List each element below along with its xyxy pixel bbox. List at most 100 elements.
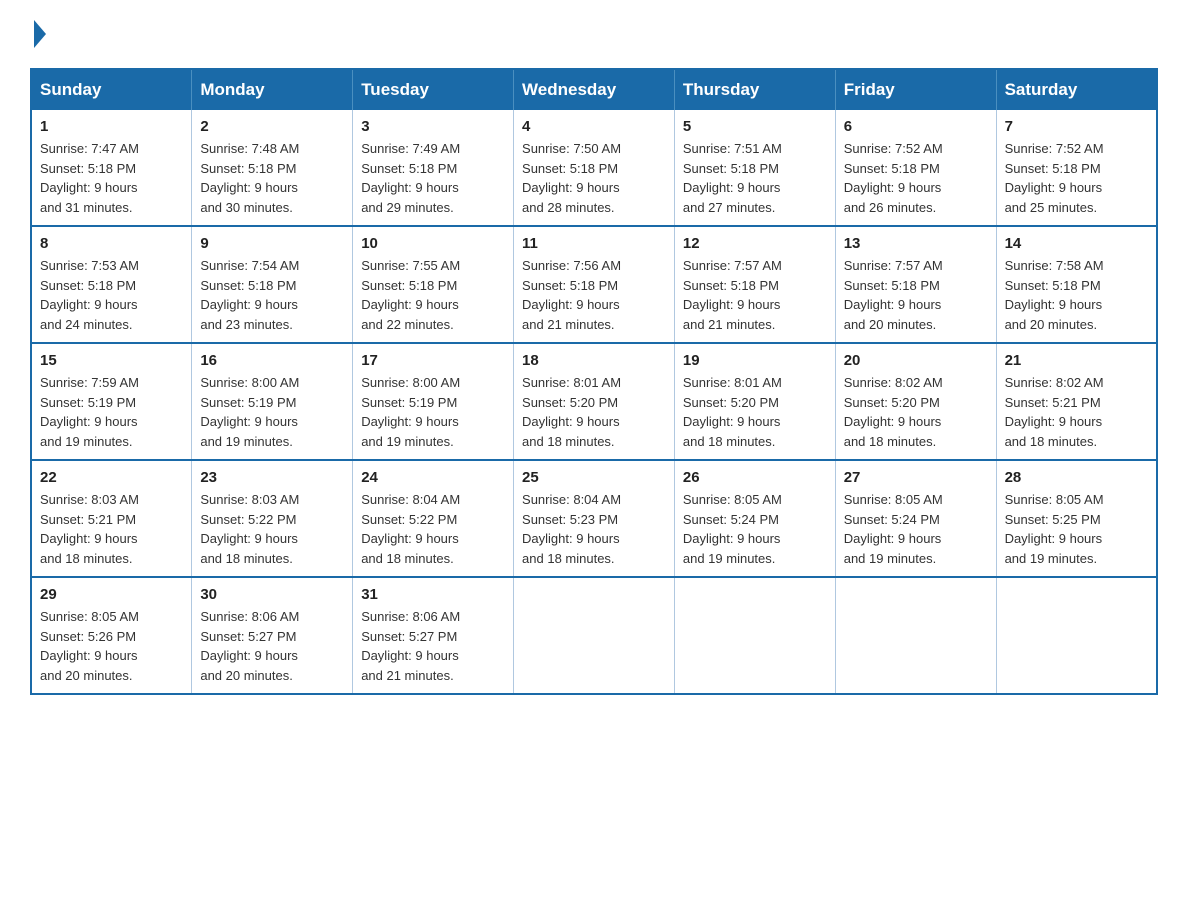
calendar-cell: 27 Sunrise: 8:05 AMSunset: 5:24 PMDayligh… [835, 460, 996, 577]
day-info: Sunrise: 7:52 AMSunset: 5:18 PMDaylight:… [844, 139, 988, 217]
day-number: 29 [40, 586, 183, 603]
calendar-cell: 10Sunrise: 7:55 AMSunset: 5:18 PMDayligh… [353, 226, 514, 343]
calendar-cell: 2 Sunrise: 7:48 AMSunset: 5:18 PMDaylight… [192, 110, 353, 226]
day-info: Sunrise: 7:59 AMSunset: 5:19 PMDaylight:… [40, 373, 183, 451]
day-number: 28 [1005, 469, 1148, 486]
day-info: Sunrise: 7:55 AMSunset: 5:18 PMDaylight:… [361, 256, 505, 334]
calendar-cell: 31 Sunrise: 8:06 AMSunset: 5:27 PMDayligh… [353, 577, 514, 694]
day-info: Sunrise: 8:05 AMSunset: 5:25 PMDaylight:… [1005, 490, 1148, 568]
calendar-cell: 28 Sunrise: 8:05 AMSunset: 5:25 PMDayligh… [996, 460, 1157, 577]
day-info: Sunrise: 7:53 AMSunset: 5:18 PMDaylight:… [40, 256, 183, 334]
day-number: 3 [361, 118, 505, 135]
day-info: Sunrise: 7:50 AMSunset: 5:18 PMDaylight:… [522, 139, 666, 217]
calendar-cell: 7 Sunrise: 7:52 AMSunset: 5:18 PMDaylight… [996, 110, 1157, 226]
day-info: Sunrise: 7:54 AMSunset: 5:18 PMDaylight:… [200, 256, 344, 334]
page-header [30, 20, 1158, 48]
day-info: Sunrise: 8:03 AMSunset: 5:21 PMDaylight:… [40, 490, 183, 568]
day-number: 15 [40, 352, 183, 369]
calendar-cell: 30 Sunrise: 8:06 AMSunset: 5:27 PMDayligh… [192, 577, 353, 694]
weekday-header-thursday: Thursday [674, 69, 835, 110]
weekday-header-tuesday: Tuesday [353, 69, 514, 110]
logo [30, 20, 46, 48]
day-number: 7 [1005, 118, 1148, 135]
day-info: Sunrise: 7:57 AMSunset: 5:18 PMDaylight:… [683, 256, 827, 334]
calendar-cell: 19Sunrise: 8:01 AMSunset: 5:20 PMDayligh… [674, 343, 835, 460]
day-number: 14 [1005, 235, 1148, 252]
day-number: 20 [844, 352, 988, 369]
calendar-cell [835, 577, 996, 694]
day-number: 11 [522, 235, 666, 252]
calendar-week-2: 8 Sunrise: 7:53 AMSunset: 5:18 PMDaylight… [31, 226, 1157, 343]
calendar-week-5: 29Sunrise: 8:05 AMSunset: 5:26 PMDayligh… [31, 577, 1157, 694]
calendar-cell: 23 Sunrise: 8:03 AMSunset: 5:22 PMDayligh… [192, 460, 353, 577]
day-info: Sunrise: 7:57 AMSunset: 5:18 PMDaylight:… [844, 256, 988, 334]
day-number: 23 [200, 469, 344, 486]
calendar-week-4: 22Sunrise: 8:03 AMSunset: 5:21 PMDayligh… [31, 460, 1157, 577]
day-info: Sunrise: 8:00 AMSunset: 5:19 PMDaylight:… [361, 373, 505, 451]
day-info: Sunrise: 8:02 AMSunset: 5:20 PMDaylight:… [844, 373, 988, 451]
calendar-cell: 14 Sunrise: 7:58 AMSunset: 5:18 PMDayligh… [996, 226, 1157, 343]
calendar-cell: 29Sunrise: 8:05 AMSunset: 5:26 PMDayligh… [31, 577, 192, 694]
day-info: Sunrise: 8:06 AMSunset: 5:27 PMDaylight:… [200, 607, 344, 685]
day-info: Sunrise: 8:03 AMSunset: 5:22 PMDaylight:… [200, 490, 344, 568]
day-info: Sunrise: 7:52 AMSunset: 5:18 PMDaylight:… [1005, 139, 1148, 217]
day-number: 27 [844, 469, 988, 486]
day-number: 21 [1005, 352, 1148, 369]
day-number: 6 [844, 118, 988, 135]
weekday-header-row: SundayMondayTuesdayWednesdayThursdayFrid… [31, 69, 1157, 110]
logo-arrow-icon [34, 20, 46, 48]
calendar-cell: 22Sunrise: 8:03 AMSunset: 5:21 PMDayligh… [31, 460, 192, 577]
calendar-cell: 20 Sunrise: 8:02 AMSunset: 5:20 PMDayligh… [835, 343, 996, 460]
weekday-header-sunday: Sunday [31, 69, 192, 110]
calendar-cell: 8 Sunrise: 7:53 AMSunset: 5:18 PMDaylight… [31, 226, 192, 343]
calendar-week-3: 15 Sunrise: 7:59 AMSunset: 5:19 PMDayligh… [31, 343, 1157, 460]
day-number: 18 [522, 352, 666, 369]
calendar-cell [674, 577, 835, 694]
calendar-cell: 5 Sunrise: 7:51 AMSunset: 5:18 PMDaylight… [674, 110, 835, 226]
day-number: 4 [522, 118, 666, 135]
day-info: Sunrise: 8:01 AMSunset: 5:20 PMDaylight:… [522, 373, 666, 451]
calendar-cell: 16Sunrise: 8:00 AMSunset: 5:19 PMDayligh… [192, 343, 353, 460]
day-info: Sunrise: 8:04 AMSunset: 5:23 PMDaylight:… [522, 490, 666, 568]
day-info: Sunrise: 7:58 AMSunset: 5:18 PMDaylight:… [1005, 256, 1148, 334]
calendar-cell: 18 Sunrise: 8:01 AMSunset: 5:20 PMDayligh… [514, 343, 675, 460]
calendar-cell: 4 Sunrise: 7:50 AMSunset: 5:18 PMDaylight… [514, 110, 675, 226]
calendar-cell [514, 577, 675, 694]
calendar-week-1: 1Sunrise: 7:47 AMSunset: 5:18 PMDaylight… [31, 110, 1157, 226]
day-number: 12 [683, 235, 827, 252]
day-number: 26 [683, 469, 827, 486]
calendar-table: SundayMondayTuesdayWednesdayThursdayFrid… [30, 68, 1158, 695]
weekday-header-saturday: Saturday [996, 69, 1157, 110]
day-number: 13 [844, 235, 988, 252]
day-info: Sunrise: 8:02 AMSunset: 5:21 PMDaylight:… [1005, 373, 1148, 451]
day-info: Sunrise: 8:05 AMSunset: 5:24 PMDaylight:… [683, 490, 827, 568]
day-info: Sunrise: 7:51 AMSunset: 5:18 PMDaylight:… [683, 139, 827, 217]
day-number: 5 [683, 118, 827, 135]
day-number: 24 [361, 469, 505, 486]
calendar-cell: 21 Sunrise: 8:02 AMSunset: 5:21 PMDayligh… [996, 343, 1157, 460]
day-number: 8 [40, 235, 183, 252]
calendar-cell: 11 Sunrise: 7:56 AMSunset: 5:18 PMDayligh… [514, 226, 675, 343]
weekday-header-monday: Monday [192, 69, 353, 110]
calendar-cell: 3 Sunrise: 7:49 AMSunset: 5:18 PMDaylight… [353, 110, 514, 226]
calendar-cell: 1Sunrise: 7:47 AMSunset: 5:18 PMDaylight… [31, 110, 192, 226]
day-number: 9 [200, 235, 344, 252]
day-info: Sunrise: 8:06 AMSunset: 5:27 PMDaylight:… [361, 607, 505, 685]
day-number: 2 [200, 118, 344, 135]
day-info: Sunrise: 8:01 AMSunset: 5:20 PMDaylight:… [683, 373, 827, 451]
day-number: 31 [361, 586, 505, 603]
calendar-cell [996, 577, 1157, 694]
day-info: Sunrise: 8:04 AMSunset: 5:22 PMDaylight:… [361, 490, 505, 568]
day-number: 30 [200, 586, 344, 603]
day-info: Sunrise: 7:49 AMSunset: 5:18 PMDaylight:… [361, 139, 505, 217]
day-info: Sunrise: 7:48 AMSunset: 5:18 PMDaylight:… [200, 139, 344, 217]
day-info: Sunrise: 8:05 AMSunset: 5:24 PMDaylight:… [844, 490, 988, 568]
calendar-cell: 26 Sunrise: 8:05 AMSunset: 5:24 PMDayligh… [674, 460, 835, 577]
day-info: Sunrise: 8:00 AMSunset: 5:19 PMDaylight:… [200, 373, 344, 451]
weekday-header-wednesday: Wednesday [514, 69, 675, 110]
weekday-header-friday: Friday [835, 69, 996, 110]
day-info: Sunrise: 7:56 AMSunset: 5:18 PMDaylight:… [522, 256, 666, 334]
calendar-cell: 13 Sunrise: 7:57 AMSunset: 5:18 PMDayligh… [835, 226, 996, 343]
calendar-cell: 9 Sunrise: 7:54 AMSunset: 5:18 PMDaylight… [192, 226, 353, 343]
day-number: 25 [522, 469, 666, 486]
